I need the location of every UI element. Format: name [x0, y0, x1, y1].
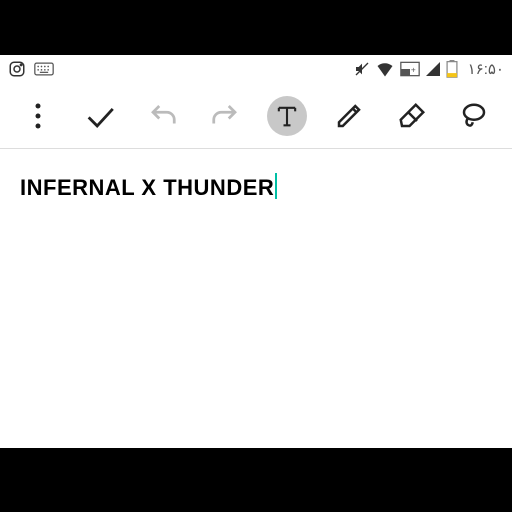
lasso-tool-button[interactable]: [454, 96, 494, 136]
note-text: INFERNAL X THUNDER: [20, 175, 274, 200]
text-tool-button[interactable]: [267, 96, 307, 136]
mute-icon: [354, 61, 370, 77]
text-cursor: [275, 173, 277, 199]
status-bar: + ۱۶:۵۰: [0, 55, 512, 83]
app-frame: + ۱۶:۵۰: [0, 55, 512, 448]
note-content-area[interactable]: INFERNAL X THUNDER: [0, 149, 512, 225]
toolbar: [0, 83, 512, 149]
more-button[interactable]: [18, 96, 58, 136]
keyboard-icon: [34, 62, 54, 76]
pen-tool-button[interactable]: [329, 96, 369, 136]
confirm-button[interactable]: [80, 96, 120, 136]
svg-text:+: +: [410, 64, 415, 74]
eraser-tool-button[interactable]: [392, 96, 432, 136]
instagram-icon: [8, 60, 26, 78]
undo-button[interactable]: [143, 96, 183, 136]
redo-button[interactable]: [205, 96, 245, 136]
clock-text: ۱۶:۵۰: [468, 60, 504, 78]
battery-icon: [446, 60, 458, 78]
signal-box-icon: +: [400, 61, 420, 77]
signal-icon: [426, 62, 440, 76]
wifi-icon: [376, 61, 394, 77]
